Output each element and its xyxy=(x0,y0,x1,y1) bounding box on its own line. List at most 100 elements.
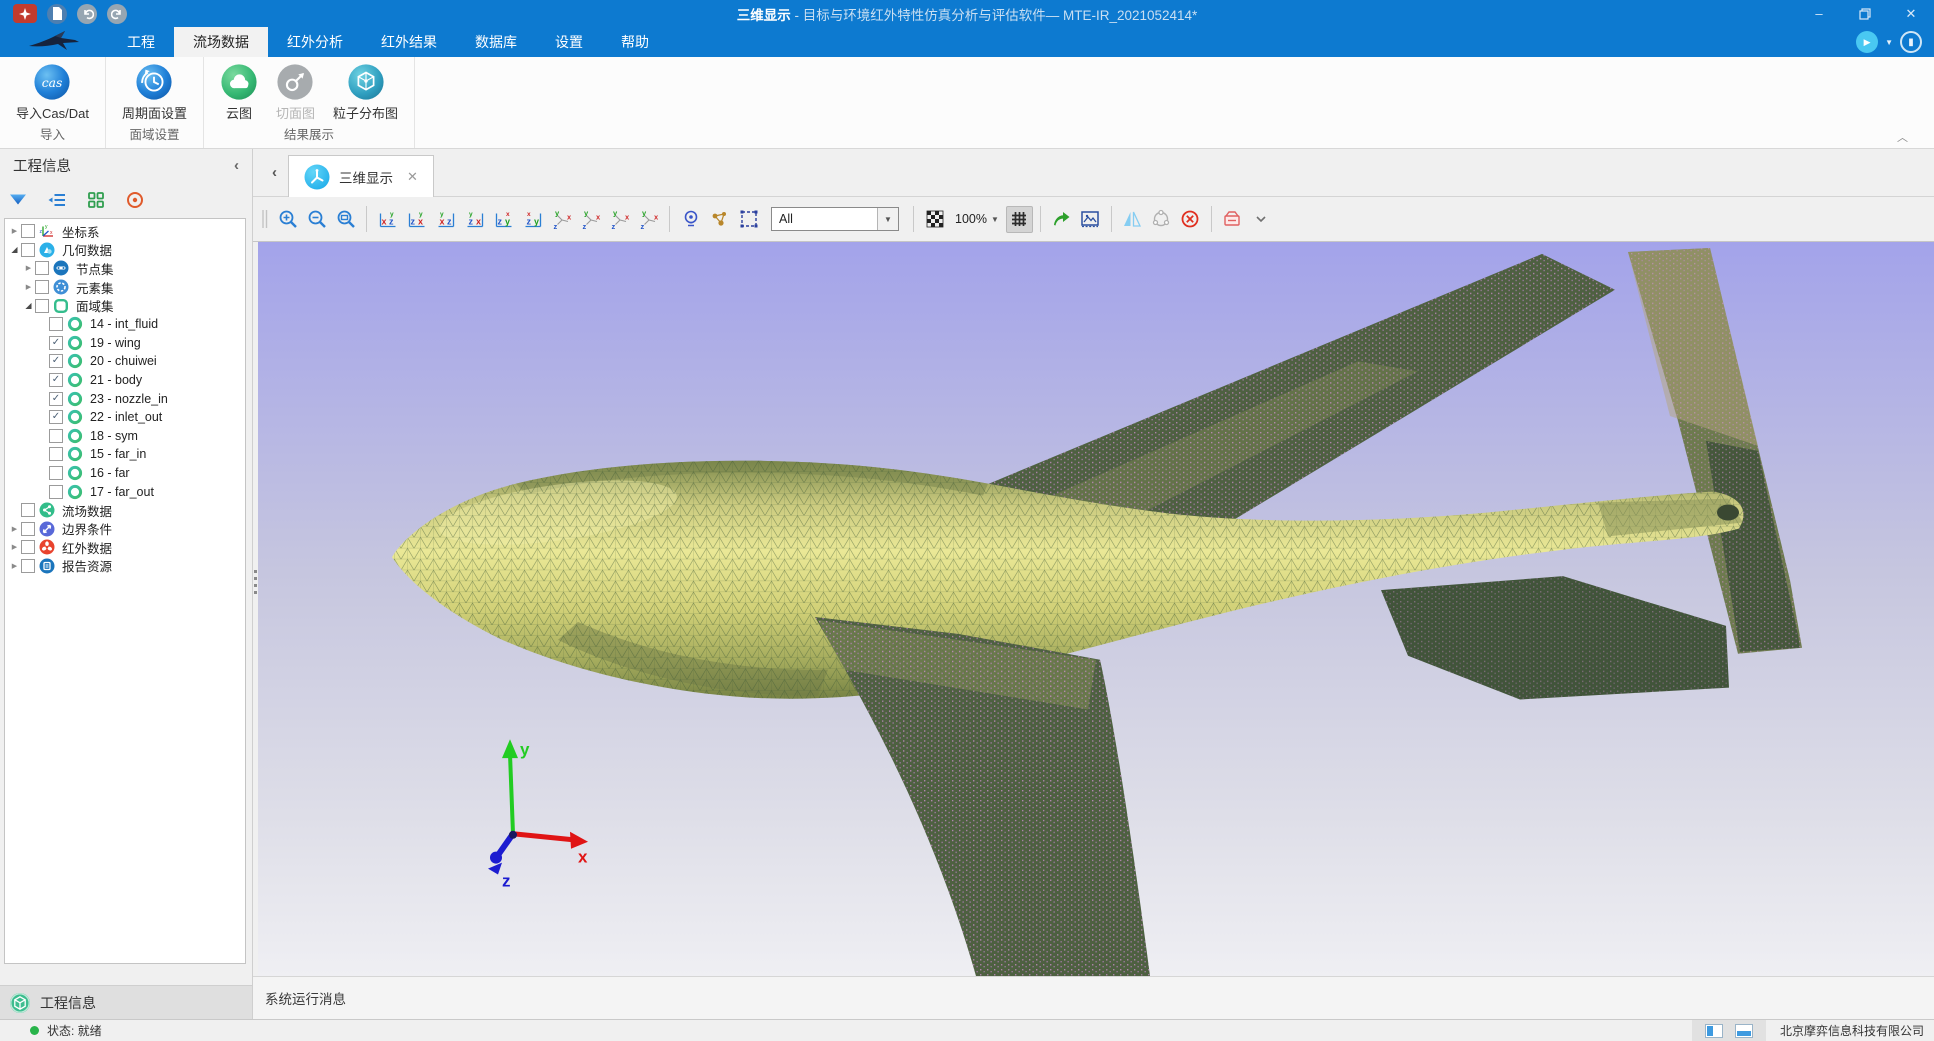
viewport[interactable]: y x z xyxy=(253,242,1934,976)
locate-target-icon[interactable] xyxy=(125,190,145,210)
tree-checkbox[interactable]: ✓ xyxy=(49,410,63,424)
tree-item-元素集[interactable]: ▶元素集 xyxy=(5,278,245,297)
tree-item-17-far_out[interactable]: 17 - far_out xyxy=(5,482,245,501)
tree-checkbox[interactable] xyxy=(49,485,63,499)
view-top-button[interactable]: zyx xyxy=(490,206,517,233)
tree-checkbox[interactable] xyxy=(49,466,63,480)
message-panel-header[interactable]: 系统运行消息 xyxy=(253,976,1934,1019)
new-document-button[interactable] xyxy=(47,4,67,24)
3d-scene[interactable]: y x z xyxy=(258,242,1934,976)
tree-checkbox[interactable] xyxy=(35,280,49,294)
tree-checkbox[interactable] xyxy=(21,243,35,257)
tree-checkbox[interactable] xyxy=(35,261,49,275)
tree-checkbox[interactable]: ✓ xyxy=(49,354,63,368)
tree-item-15-far_in[interactable]: 15 - far_in xyxy=(5,445,245,464)
tree-checkbox[interactable]: ✓ xyxy=(49,336,63,350)
tree-checkbox[interactable]: ✓ xyxy=(49,392,63,406)
probe-button[interactable] xyxy=(677,206,704,233)
tree-item-边界条件[interactable]: ▶边界条件 xyxy=(5,520,245,539)
display-filter-combo[interactable]: All▼ xyxy=(771,207,899,231)
view-iso-sw-button[interactable]: yzx xyxy=(635,206,662,233)
tab-close-icon[interactable]: ✕ xyxy=(407,169,418,185)
expander-icon[interactable]: ▶ xyxy=(9,525,20,533)
view-iso-se-button[interactable]: yzx xyxy=(606,206,633,233)
minimize-button[interactable]: – xyxy=(1796,0,1842,27)
tree-item-坐标系[interactable]: ▶yzx坐标系 xyxy=(5,222,245,241)
menu-item-工程[interactable]: 工程 xyxy=(108,27,174,57)
restore-button[interactable] xyxy=(1842,0,1888,27)
ribbon-button-粒子分布图[interactable]: 粒子分布图 xyxy=(324,62,407,122)
tree-item-19-wing[interactable]: ✓19 - wing xyxy=(5,334,245,353)
tree-checkbox[interactable] xyxy=(35,299,49,313)
tree-checkbox[interactable] xyxy=(21,224,35,238)
ribbon-button-周期面设置[interactable]: 周期面设置 xyxy=(113,62,196,122)
tree-checkbox[interactable] xyxy=(21,503,35,517)
ring-pick-button[interactable] xyxy=(1148,206,1175,233)
more-button[interactable] xyxy=(1248,206,1275,233)
tree-item-几何数据[interactable]: ◢几何数据 xyxy=(5,241,245,260)
menu-caret-icon[interactable]: ▼ xyxy=(1885,38,1893,47)
tree-item-21-body[interactable]: ✓21 - body xyxy=(5,371,245,390)
grid-toggle-button[interactable] xyxy=(1006,206,1033,233)
tree-checkbox[interactable] xyxy=(49,429,63,443)
tree-item-18-sym[interactable]: 18 - sym xyxy=(5,427,245,446)
manual-icon[interactable]: ▮ xyxy=(1900,31,1922,53)
tree-item-红外数据[interactable]: ▶红外数据 xyxy=(5,538,245,557)
menu-item-帮助[interactable]: 帮助 xyxy=(602,27,668,57)
stamp-button[interactable] xyxy=(1219,206,1246,233)
ribbon-collapse-icon[interactable]: ︿ xyxy=(1897,129,1908,145)
close-button[interactable]: ✕ xyxy=(1888,0,1934,27)
tree-checkbox[interactable] xyxy=(21,522,35,536)
tab-scroll-left-icon[interactable]: ‹ xyxy=(272,164,277,181)
snapshot-button[interactable] xyxy=(1077,206,1104,233)
zoom-out-button[interactable] xyxy=(303,206,330,233)
app-menu-button[interactable] xyxy=(13,4,37,23)
tree-item-23-nozzle_in[interactable]: ✓23 - nozzle_in xyxy=(5,389,245,408)
zoom-caret-icon[interactable]: ▼ xyxy=(991,215,999,224)
tree-item-节点集[interactable]: ▶节点集 xyxy=(5,259,245,278)
combo-dropdown-icon[interactable]: ▼ xyxy=(877,208,898,230)
filter-icon[interactable] xyxy=(8,190,28,210)
expander-icon[interactable]: ▶ xyxy=(23,283,34,291)
tree-checkbox[interactable]: ✓ xyxy=(49,373,63,387)
tree-item-报告资源[interactable]: ▶报告资源 xyxy=(5,557,245,576)
sidebar-collapse-icon[interactable]: ‹ xyxy=(234,157,239,174)
ribbon-button-云图[interactable]: 云图 xyxy=(211,62,267,122)
media-icon[interactable]: ▶ xyxy=(1856,31,1878,53)
expander-icon[interactable]: ▶ xyxy=(9,562,20,570)
tree-item-流场数据[interactable]: 流场数据 xyxy=(5,501,245,520)
tab-3d-view[interactable]: 三维显示 ✕ xyxy=(288,155,434,197)
menu-item-红外结果[interactable]: 红外结果 xyxy=(362,27,456,57)
ribbon-button-导入Cas/Dat[interactable]: cas导入Cas/Dat xyxy=(7,62,98,122)
view-iso-nw-button[interactable]: yzx xyxy=(577,206,604,233)
particle-pick-button[interactable] xyxy=(706,206,733,233)
zoom-in-button[interactable] xyxy=(274,206,301,233)
sidebar-footer-bar[interactable]: 工程信息 xyxy=(0,985,252,1019)
tree-checkbox[interactable] xyxy=(21,540,35,554)
tree-checkbox[interactable] xyxy=(21,559,35,573)
region-select-button[interactable] xyxy=(735,206,762,233)
tree-item-14-int_fluid[interactable]: 14 - int_fluid xyxy=(5,315,245,334)
outline-list-icon[interactable] xyxy=(47,190,67,210)
expander-icon[interactable]: ▶ xyxy=(9,543,20,551)
view-front-button[interactable]: xzy xyxy=(374,206,401,233)
export-view-button[interactable] xyxy=(1048,206,1075,233)
view-bottom-button[interactable]: zyx xyxy=(519,206,546,233)
view-back-button[interactable]: zxy xyxy=(403,206,430,233)
menu-item-流场数据[interactable]: 流场数据 xyxy=(174,27,268,57)
transparency-button[interactable] xyxy=(921,206,948,233)
tree-item-16-far[interactable]: 16 - far xyxy=(5,464,245,483)
expander-icon[interactable]: ◢ xyxy=(23,301,34,310)
menu-item-设置[interactable]: 设置 xyxy=(536,27,602,57)
tree-checkbox[interactable] xyxy=(49,447,63,461)
undo-button[interactable] xyxy=(77,4,97,24)
expander-icon[interactable]: ◢ xyxy=(9,245,20,254)
view-left-button[interactable]: xzy xyxy=(432,206,459,233)
tree-checkbox[interactable] xyxy=(49,317,63,331)
expander-icon[interactable]: ▶ xyxy=(9,227,20,235)
expander-icon[interactable]: ▶ xyxy=(23,264,34,272)
tree-item-22-inlet_out[interactable]: ✓22 - inlet_out xyxy=(5,408,245,427)
menu-item-红外分析[interactable]: 红外分析 xyxy=(268,27,362,57)
tree-item-面域集[interactable]: ◢面域集 xyxy=(5,296,245,315)
mirror-button[interactable] xyxy=(1119,206,1146,233)
